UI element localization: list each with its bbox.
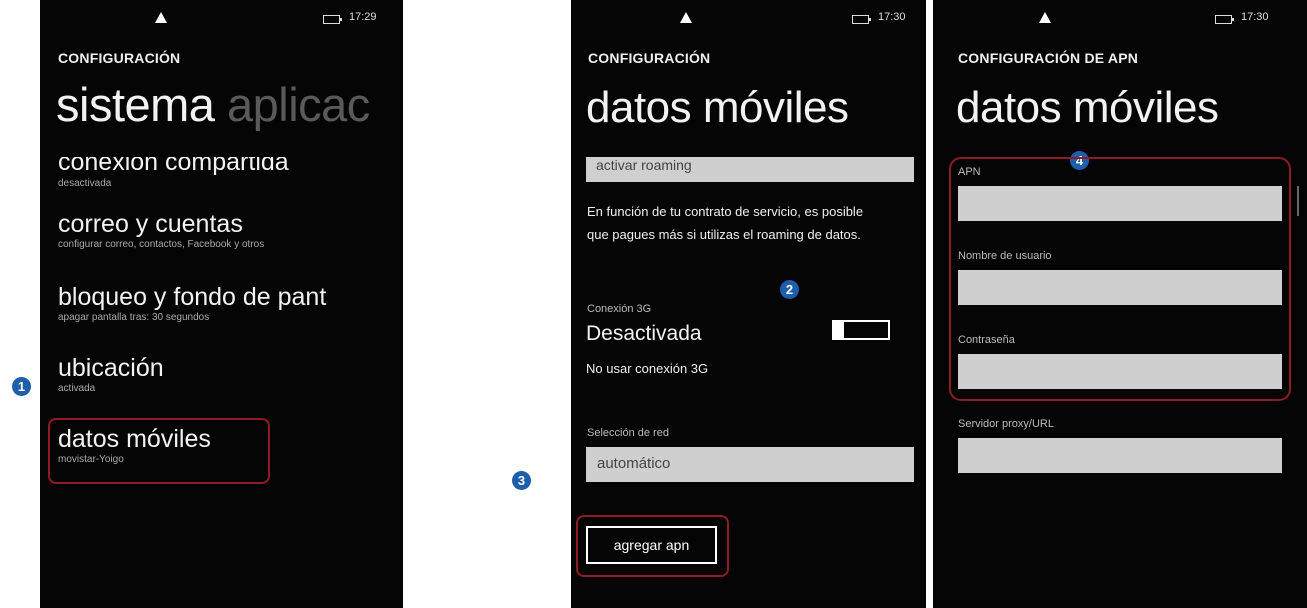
battery-icon <box>1215 15 1234 24</box>
proxy-input[interactable] <box>958 438 1282 473</box>
app-kicker: CONFIGURACIÓN <box>588 50 711 66</box>
app-kicker: CONFIGURACIÓN DE APN <box>958 50 1139 66</box>
page-title: datos móviles <box>956 83 1219 132</box>
phone-screen-mobile-data: 17:30 CONFIGURACIÓN datos móviles activa… <box>571 0 926 608</box>
list-item-title: conexión compartida <box>58 157 289 176</box>
conn3g-description: No usar conexión 3G <box>586 361 709 376</box>
network-selection-value: automático <box>597 455 671 472</box>
battery-charging-icon <box>852 15 871 24</box>
step-marker-1: 1 <box>12 377 31 396</box>
pivot-header: sistema aplicac <box>56 77 370 132</box>
list-item-subtitle: activada <box>58 383 96 394</box>
conn3g-state: Desactivada <box>586 322 702 345</box>
signal-icon <box>155 12 167 23</box>
list-item-subtitle: configurar correo, contactos, Facebook y… <box>58 239 265 250</box>
list-item-conexion-compartida[interactable]: conexión compartida desactivada <box>58 157 289 192</box>
toggle-knob <box>834 322 844 338</box>
clock: 17:30 <box>1241 11 1269 23</box>
conn3g-label: Conexión 3G <box>587 303 652 315</box>
conn3g-toggle[interactable] <box>832 320 890 340</box>
list-item-title: correo y cuentas <box>58 210 243 238</box>
list-item-title: bloqueo y fondo de pant <box>58 283 327 311</box>
list-item-ubicacion[interactable]: ubicación activada <box>58 354 164 395</box>
status-bar: 17:30 <box>571 10 926 28</box>
signal-icon <box>680 12 692 23</box>
page-title: datos móviles <box>586 83 849 132</box>
signal-icon <box>1039 12 1051 23</box>
proxy-label: Servidor proxy/URL <box>958 418 1054 430</box>
status-bar: 17:29 <box>40 10 403 28</box>
step-marker-2: 2 <box>780 280 799 299</box>
step-marker-3: 3 <box>512 471 531 490</box>
phone-screen-apn-config: 17:30 CONFIGURACIÓN DE APN datos móviles… <box>933 0 1307 608</box>
list-item-correo-y-cuentas[interactable]: correo y cuentas configurar correo, cont… <box>58 210 264 251</box>
roaming-field[interactable]: activar roaming <box>586 157 914 182</box>
app-kicker: CONFIGURACIÓN <box>58 50 181 66</box>
status-bar: 17:30 <box>933 10 1307 28</box>
list-item-title: ubicación <box>58 354 164 382</box>
pivot-tab-aplicaciones[interactable]: aplicac <box>227 78 370 131</box>
highlight-add-apn <box>576 515 729 577</box>
battery-icon <box>323 15 342 24</box>
list-item-bloqueo[interactable]: bloqueo y fondo de pant apagar pantalla … <box>58 283 326 324</box>
highlight-datos-moviles <box>48 418 270 484</box>
roaming-field-value: activar roaming <box>596 157 692 173</box>
highlight-apn-fields <box>949 157 1291 401</box>
pivot-tab-sistema[interactable]: sistema <box>56 78 215 131</box>
clock: 17:29 <box>349 11 377 23</box>
roaming-note: En función de tu contrato de servicio, e… <box>587 204 864 242</box>
network-selection-label: Selección de red <box>587 427 669 439</box>
scrollbar[interactable] <box>1297 186 1299 216</box>
list-item-subtitle: apagar pantalla tras: 30 segundos <box>58 312 210 323</box>
list-item-subtitle: desactivada <box>58 178 112 189</box>
clock: 17:30 <box>878 11 906 23</box>
phone-screen-settings: 17:29 CONFIGURACIÓN sistema aplicac cone… <box>40 0 403 608</box>
network-selection-dropdown[interactable]: automático <box>586 447 914 482</box>
